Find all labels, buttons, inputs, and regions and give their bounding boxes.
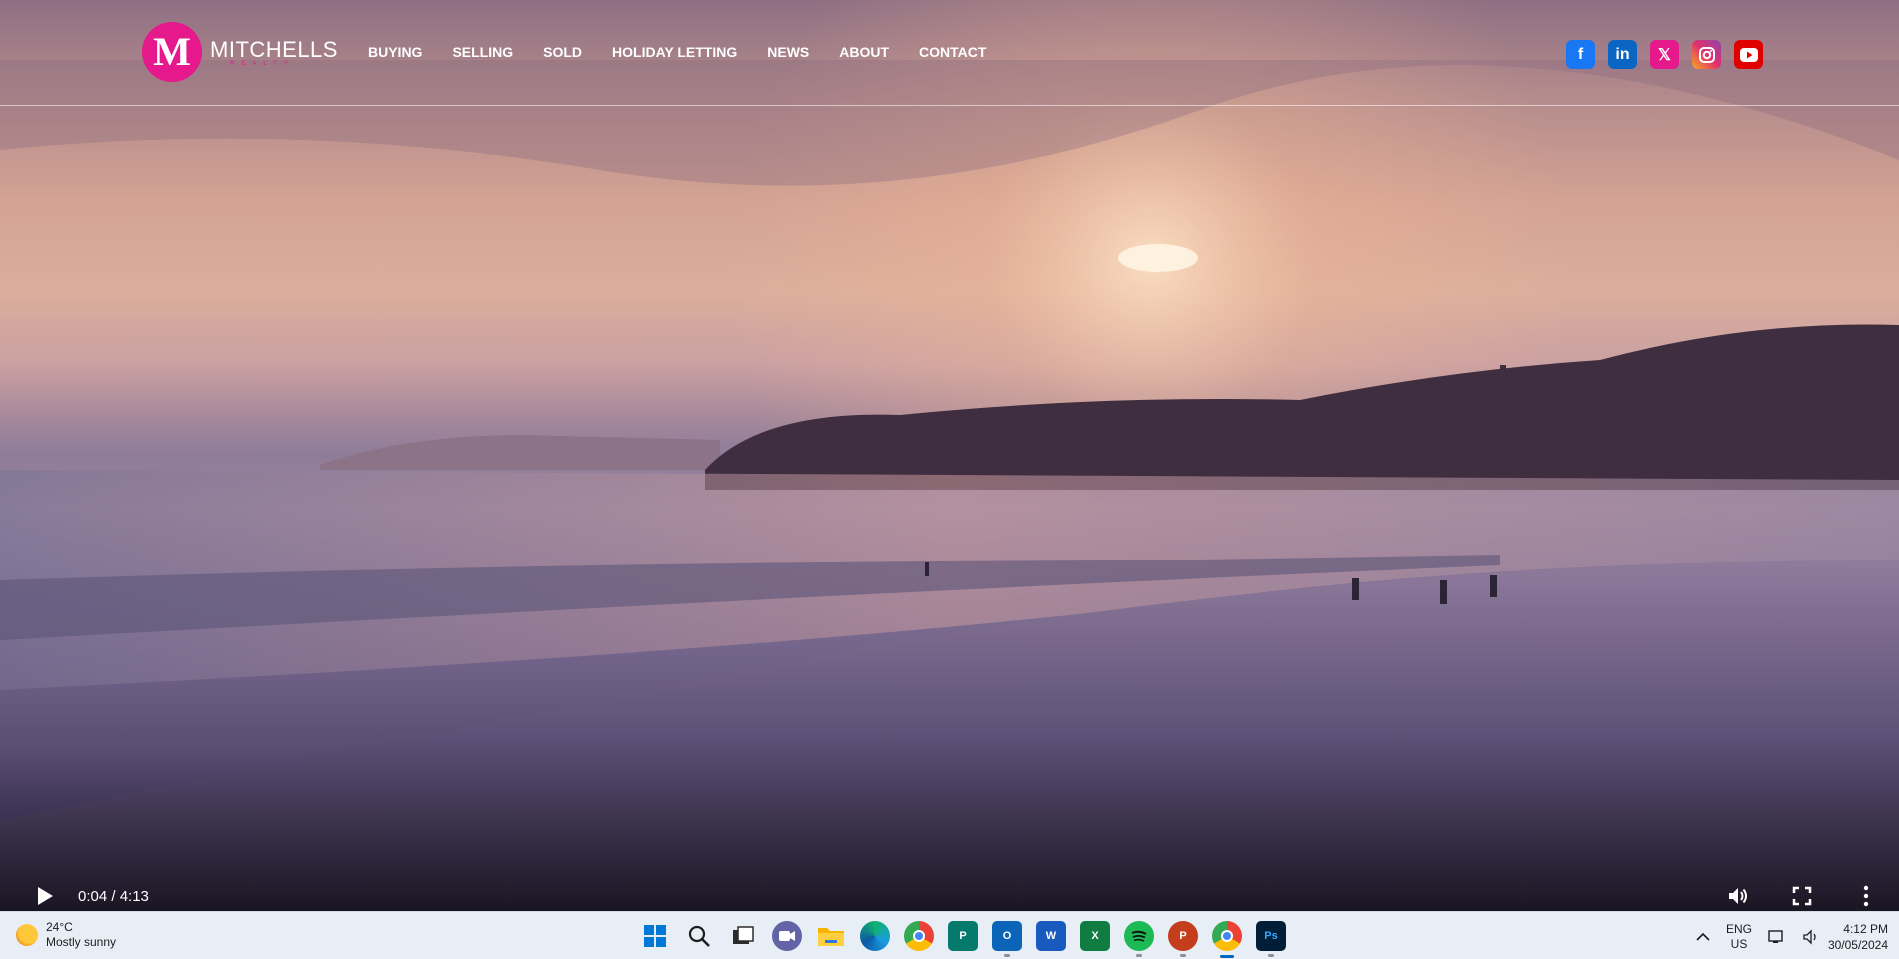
speaker-icon[interactable]: [1802, 929, 1820, 945]
nav-selling[interactable]: SELLING: [452, 44, 513, 60]
video-controls: 0:04 / 4:13: [0, 878, 1899, 911]
chrome-profile-icon[interactable]: [1212, 921, 1242, 958]
volume-icon[interactable]: [1724, 882, 1752, 910]
fullscreen-icon[interactable]: [1788, 882, 1816, 910]
file-explorer-icon[interactable]: [816, 921, 846, 951]
video-time: 0:04 / 4:13: [78, 888, 149, 905]
site-header: M MITCHELLS REALTY BUYING SELLING SOLD H…: [0, 0, 1899, 106]
system-tray: ENG US: [1696, 922, 1820, 952]
outlook-icon[interactable]: O: [992, 921, 1022, 957]
nav-contact[interactable]: CONTACT: [919, 44, 986, 60]
clock[interactable]: 4:12 PM 30/05/2024: [1822, 921, 1888, 953]
taskbar-apps: P O W X P Ps: [640, 921, 1286, 958]
powerpoint-icon[interactable]: P: [1168, 921, 1198, 957]
clock-time: 4:12 PM: [1843, 922, 1888, 936]
chrome-icon[interactable]: [904, 921, 934, 951]
more-options-icon[interactable]: [1852, 882, 1880, 910]
facebook-icon[interactable]: f: [1566, 40, 1595, 69]
teams-icon[interactable]: [772, 921, 802, 951]
nav-about[interactable]: ABOUT: [839, 44, 889, 60]
instagram-icon[interactable]: [1692, 40, 1721, 69]
social-links: f in 𝕏: [1566, 40, 1763, 69]
play-icon[interactable]: [38, 887, 53, 905]
weather-desc: Mostly sunny: [46, 935, 117, 949]
task-view-icon[interactable]: [728, 921, 758, 951]
spotify-icon[interactable]: [1124, 921, 1154, 957]
word-icon[interactable]: W: [1036, 921, 1066, 951]
network-icon[interactable]: [1768, 929, 1786, 945]
photoshop-icon[interactable]: Ps: [1256, 921, 1286, 957]
main-nav: BUYING SELLING SOLD HOLIDAY LETTING NEWS…: [368, 44, 986, 60]
beach-sunset-image: [0, 0, 1899, 911]
weather-widget[interactable]: 24°C Mostly sunny: [16, 920, 116, 950]
linkedin-icon[interactable]: in: [1608, 40, 1637, 69]
hero-video[interactable]: M MITCHELLS REALTY BUYING SELLING SOLD H…: [0, 0, 1899, 911]
nav-sold[interactable]: SOLD: [543, 44, 582, 60]
youtube-icon[interactable]: [1734, 40, 1763, 69]
windows-start-icon[interactable]: [640, 921, 670, 951]
windows-taskbar: 24°C Mostly sunny P O W X P Ps ENG US 4:…: [0, 911, 1899, 959]
site-logo[interactable]: M MITCHELLS REALTY: [142, 22, 338, 82]
logo-name: MITCHELLS: [210, 37, 338, 62]
excel-icon[interactable]: X: [1080, 921, 1110, 951]
weather-temp: 24°C: [46, 920, 73, 934]
chevron-up-icon[interactable]: [1696, 932, 1710, 942]
logo-mark: M: [142, 22, 202, 82]
x-icon[interactable]: 𝕏: [1650, 40, 1679, 69]
edge-icon[interactable]: [860, 921, 890, 951]
search-icon[interactable]: [684, 921, 714, 951]
nav-news[interactable]: NEWS: [767, 44, 809, 60]
language-indicator[interactable]: ENG US: [1726, 922, 1752, 952]
publisher-icon[interactable]: P: [948, 921, 978, 951]
sun-icon: [16, 924, 38, 946]
nav-holiday-letting[interactable]: HOLIDAY LETTING: [612, 44, 737, 60]
nav-buying[interactable]: BUYING: [368, 44, 422, 60]
clock-date: 30/05/2024: [1827, 938, 1888, 952]
